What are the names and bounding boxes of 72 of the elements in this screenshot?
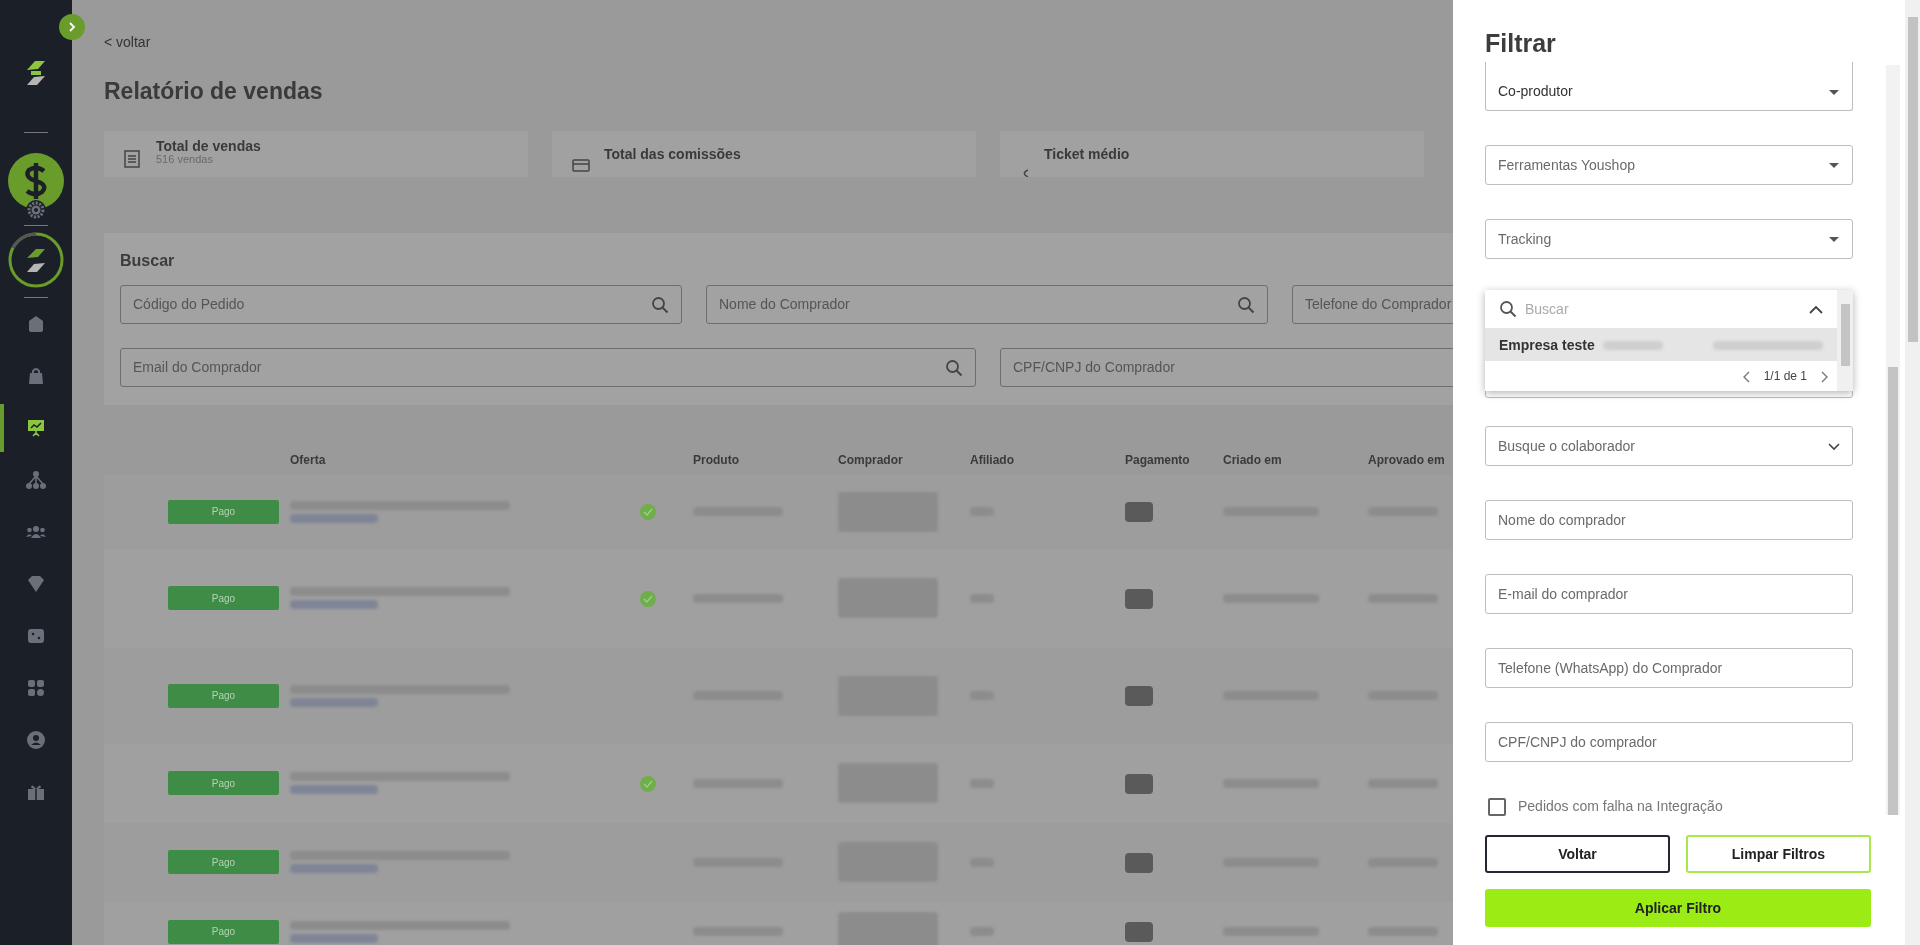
gear-icon <box>26 199 46 220</box>
network-icon <box>25 469 47 491</box>
caret-down-icon <box>1828 87 1840 97</box>
stat-label: Ticket médio <box>1044 146 1130 162</box>
column-header: Oferta <box>290 451 327 469</box>
column-header: Produto <box>693 451 740 469</box>
search-field[interactable]: Telefone do Comprador <box>1292 284 1453 324</box>
select-field[interactable]: Busque o colaborador <box>1485 426 1853 466</box>
chevron-right-icon[interactable] <box>1821 370 1829 383</box>
presentation-icon <box>25 417 47 439</box>
column-header: Criado em <box>1223 451 1283 469</box>
stat-label: Total das comissões <box>604 146 741 162</box>
sidebar-toggle[interactable] <box>59 14 85 40</box>
column-header: Aprovado em <box>1368 451 1446 469</box>
clear-button[interactable]: Limpar Filtros <box>1686 835 1871 873</box>
checkbox[interactable] <box>1488 797 1506 816</box>
card-brand-icon <box>1125 922 1153 943</box>
select-field[interactable]: Tracking <box>1485 219 1853 259</box>
card-brand-icon <box>1125 502 1153 523</box>
status-badge: Pago <box>168 586 279 610</box>
card-brand-icon <box>1125 686 1153 707</box>
page-title: Relatório de vendas <box>104 77 324 106</box>
progress-ring-icon <box>7 231 65 289</box>
grid-icon <box>25 677 47 699</box>
select-field[interactable]: Ferramentas Youshop <box>1485 145 1853 185</box>
status-badge: Pago <box>168 499 279 524</box>
search-field[interactable]: Código do Pedido <box>120 284 682 324</box>
search-title: Buscar <box>120 250 176 271</box>
stat-label: Total de vendas <box>156 138 261 154</box>
input-field[interactable]: CPF/CNPJ do comprador <box>1485 722 1853 762</box>
status-badge: Pago <box>168 919 279 944</box>
scrollbar-thumb[interactable] <box>1908 17 1918 342</box>
option-label: Empresa teste <box>1499 335 1595 355</box>
pager-text: 1/1 de 1 <box>1763 368 1807 385</box>
search-field[interactable]: CPF/CNPJ do Comprador <box>1000 347 1453 387</box>
verified-icon <box>640 504 656 521</box>
search-icon <box>945 358 963 377</box>
chevron-down-icon <box>1828 442 1840 452</box>
input-field[interactable]: Nome do comprador <box>1485 500 1853 540</box>
chevron-left-icon[interactable] <box>1741 370 1750 383</box>
input-field[interactable]: E-mail do comprador <box>1485 574 1853 614</box>
list-icon <box>124 150 142 169</box>
caret-down-icon <box>1828 161 1840 171</box>
verified-icon <box>640 775 656 792</box>
card-brand-icon <box>1125 588 1153 609</box>
search-icon <box>1499 300 1517 318</box>
card-brand-icon <box>1125 852 1153 873</box>
status-badge: Pago <box>168 683 279 708</box>
checkbox-label: Pedidos com falha na Integração <box>1518 797 1723 816</box>
scrollbar-thumb[interactable] <box>1888 367 1898 815</box>
search-icon <box>651 295 669 314</box>
caret-down-icon <box>1828 235 1840 245</box>
column-header: Comprador <box>838 451 904 469</box>
search-field[interactable]: Nome do Comprador <box>706 284 1268 324</box>
chevron-up-icon <box>1809 304 1823 315</box>
card-brand-icon <box>1125 773 1153 794</box>
status-badge: Pago <box>168 771 279 795</box>
status-badge: Pago <box>168 850 279 874</box>
search-field[interactable]: Email do Comprador <box>120 347 976 387</box>
back-button[interactable]: Voltar <box>1485 835 1670 873</box>
verified-icon <box>640 590 656 607</box>
select-field[interactable]: Co-produtor <box>1485 62 1853 111</box>
back-link[interactable]: < voltar <box>104 34 151 50</box>
apply-button[interactable]: Aplicar Filtro <box>1485 889 1871 927</box>
scrollbar-thumb[interactable] <box>1840 304 1850 366</box>
column-header: Pagamento <box>1125 451 1191 469</box>
search-icon <box>1237 295 1255 314</box>
input-field[interactable]: Telefone (WhatsApp) do Comprador <box>1485 648 1853 688</box>
chevron-right-icon <box>67 22 77 32</box>
user-icon <box>25 729 47 751</box>
column-header: Afiliado <box>970 451 1015 469</box>
dropdown-option[interactable]: Empresa teste <box>1485 329 1837 361</box>
